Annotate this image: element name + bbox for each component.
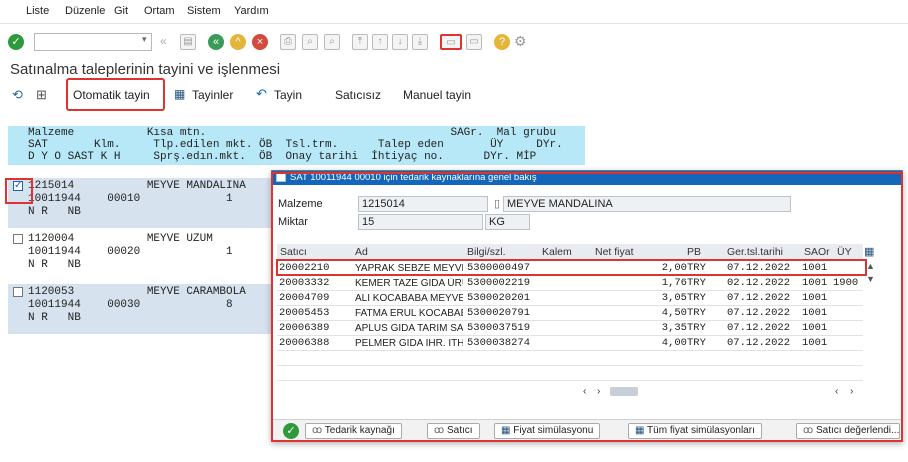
- new-session-icon[interactable]: ▭: [440, 34, 462, 50]
- print-icon[interactable]: ⎙: [280, 34, 296, 50]
- row-line-2: 10011944 00010 1: [28, 193, 233, 205]
- find-next-icon[interactable]: ⌕: [324, 34, 340, 50]
- row-line-2: 10011944 00020 1: [28, 246, 233, 258]
- manual-assign-button[interactable]: Manuel tayin: [403, 88, 471, 102]
- refresh-list-icon[interactable]: ⟲: [12, 87, 23, 103]
- menu-ortam[interactable]: Ortam: [144, 5, 175, 17]
- row-checkbox[interactable]: [13, 234, 23, 244]
- first-page-icon[interactable]: ⤒: [352, 34, 368, 50]
- shortcut-icon[interactable]: ▭: [466, 34, 482, 50]
- list-header: Malzeme Kısa mtn. SAGr. Mal grubu SAT Kl…: [8, 126, 585, 165]
- row-line-1: 1120053 MEYVE CARAMBOLA: [28, 286, 246, 298]
- row-line-3: N R NB: [28, 312, 81, 324]
- list-item[interactable]: 1120004 MEYVE UZUM 10011944 00020 1 N R …: [8, 231, 273, 281]
- no-vendor-button[interactable]: Satıcısız: [335, 88, 381, 102]
- list-item[interactable]: ✓ 1215014 MEYVE MANDALINA 10011944 00010…: [8, 178, 273, 228]
- highlight-box: [276, 259, 867, 276]
- header-line-1: Malzeme Kısa mtn. SAGr. Mal grubu: [28, 127, 557, 139]
- save-icon[interactable]: ▤: [180, 34, 196, 50]
- assign-button[interactable]: Tayin: [274, 88, 302, 102]
- auto-assign-button[interactable]: Otomatik tayin: [73, 88, 150, 102]
- menu-liste[interactable]: Liste: [26, 5, 49, 17]
- menu-sistem[interactable]: Sistem: [187, 5, 221, 17]
- page-title: Satınalma taleplerinin tayini ve işlenme…: [10, 61, 281, 78]
- menu-bar: Liste Düzenle Git Ortam Sistem Yardım: [0, 0, 908, 24]
- cancel-icon[interactable]: ×: [252, 34, 268, 50]
- highlight-box: [271, 172, 903, 442]
- header-line-3: D Y O SAST K H Sprş.edın.mkt. ÖB Onay ta…: [28, 151, 537, 163]
- enter-check-icon[interactable]: ✓: [8, 34, 24, 50]
- header-line-2: SAT Klm. Tlp.edilen mkt. ÖB Tsl.trm. Tal…: [28, 139, 563, 151]
- back-icon[interactable]: «: [208, 34, 224, 50]
- list-item[interactable]: 1120053 MEYVE CARAMBOLA 10011944 00030 8…: [8, 284, 273, 334]
- row-checkbox[interactable]: [13, 287, 23, 297]
- system-toolbar: ✓ ▾ « ▤ « ^ × ⎙ ⌕ ⌕ ⤒ ↑ ↓ ⤓ ▭ ▭ ? ⚙: [0, 24, 908, 60]
- chevron-down-icon[interactable]: ▾: [142, 34, 147, 45]
- row-line-3: N R NB: [28, 206, 81, 218]
- row-line-3: N R NB: [28, 259, 81, 271]
- menu-git[interactable]: Git: [114, 5, 128, 17]
- history-icon: «: [160, 34, 167, 48]
- row-line-2: 10011944 00030 8: [28, 299, 233, 311]
- row-line-1: 1120004 MEYVE UZUM: [28, 233, 213, 245]
- assignments-button[interactable]: Tayinler: [192, 88, 233, 102]
- last-page-icon[interactable]: ⤓: [412, 34, 428, 50]
- row-line-1: 1215014 MEYVE MANDALINA: [28, 180, 246, 192]
- previous-page-icon[interactable]: ↑: [372, 34, 388, 50]
- menu-yardim[interactable]: Yardım: [234, 5, 269, 17]
- settings-gear-icon[interactable]: ⚙: [514, 33, 527, 50]
- help-icon[interactable]: ?: [494, 34, 510, 50]
- highlight-box: [5, 178, 33, 204]
- next-page-icon[interactable]: ↓: [392, 34, 408, 50]
- command-field[interactable]: [34, 33, 152, 51]
- exit-icon[interactable]: ^: [230, 34, 246, 50]
- menu-duzenle[interactable]: Düzenle: [65, 5, 105, 17]
- detail-view-icon[interactable]: ⊞: [36, 87, 47, 103]
- undo-arrow-icon: ↶: [256, 86, 267, 101]
- find-icon[interactable]: ⌕: [302, 34, 318, 50]
- table-icon: ▦: [174, 87, 186, 101]
